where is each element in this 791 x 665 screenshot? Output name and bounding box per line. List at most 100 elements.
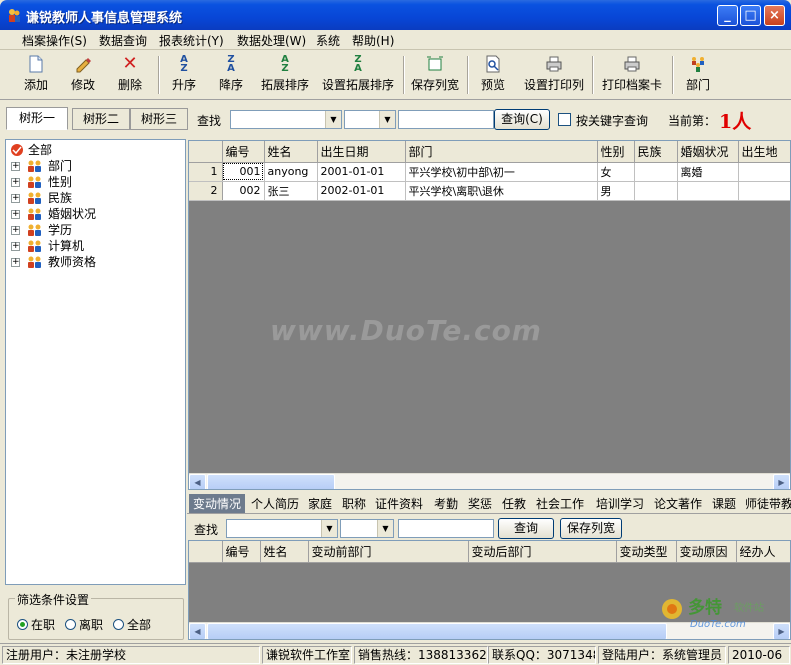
dept-button[interactable]: 部门 — [682, 52, 714, 98]
column-header[interactable]: 经办人 — [736, 541, 790, 563]
tree-node-ethnicity[interactable]: + 民族 — [6, 190, 176, 206]
expand-icon[interactable]: + — [11, 226, 20, 235]
bottom-field-combo[interactable]: ▼ — [226, 519, 338, 538]
tree-node-marital[interactable]: + 婚姻状况 — [6, 206, 176, 222]
column-header[interactable]: 变动原因 — [676, 541, 737, 563]
expand-icon[interactable]: + — [11, 178, 20, 187]
tab-social[interactable]: 社会工作 — [536, 494, 584, 513]
tab-title[interactable]: 职称 — [342, 494, 366, 513]
radio-left[interactable]: 离职 — [65, 616, 103, 633]
keyword-checkbox[interactable] — [558, 113, 571, 126]
column-header[interactable]: 民族 — [634, 141, 678, 163]
menu-report[interactable]: 报表统计(Y) — [159, 32, 224, 49]
tab-projects[interactable]: 课题 — [712, 494, 736, 513]
column-header[interactable]: 姓名 — [264, 141, 318, 163]
expand-icon[interactable]: + — [11, 242, 20, 251]
search-input[interactable] — [398, 110, 494, 129]
scroll-thumb[interactable] — [207, 623, 667, 639]
minimize-button[interactable]: _ — [717, 5, 738, 26]
cell-id[interactable]: 002 — [222, 181, 265, 201]
tree-node-teacher-cert[interactable]: + 教师资格 — [6, 254, 176, 270]
cell-sex[interactable]: 女 — [597, 162, 635, 182]
save-col-width-button[interactable]: 保存列宽 — [409, 52, 461, 98]
sort-desc-button[interactable]: ZA 降序 — [213, 52, 249, 98]
bottom-query-button[interactable]: 查询 — [498, 518, 554, 539]
preview-button[interactable]: 预览 — [476, 52, 510, 98]
tab-tree-1[interactable]: 树形一 — [6, 107, 68, 130]
column-header[interactable]: 出生日期 — [317, 141, 406, 163]
column-header[interactable]: 变动前部门 — [308, 541, 469, 563]
column-header[interactable]: 部门 — [405, 141, 598, 163]
menu-query[interactable]: 数据查询 — [99, 32, 147, 49]
column-header[interactable]: 编号 — [222, 141, 265, 163]
cell-name[interactable]: 张三 — [264, 181, 318, 201]
column-header[interactable]: 出生地 — [738, 141, 790, 163]
tab-documents[interactable]: 证件资料 — [375, 494, 423, 513]
print-setup-button[interactable]: 设置打印列 — [520, 52, 588, 98]
column-header[interactable]: 姓名 — [260, 541, 309, 563]
cell-birth[interactable]: 2001-01-01 — [317, 162, 406, 182]
set-ext-sort-button[interactable]: ZA 设置拓展排序 — [318, 52, 398, 98]
tree-node-computer[interactable]: + 计算机 — [6, 238, 176, 254]
main-hscrollbar[interactable]: ◀ ▶ — [189, 473, 790, 489]
cell-dept[interactable]: 平兴学校\初中部\初一 — [405, 162, 598, 182]
menu-file[interactable]: 档案操作(S) — [22, 32, 87, 49]
tree-node-gender[interactable]: + 性别 — [6, 174, 176, 190]
maximize-button[interactable]: □ — [740, 5, 761, 26]
cell-dept[interactable]: 平兴学校\离职\退休 — [405, 181, 598, 201]
tab-papers[interactable]: 论文著作 — [654, 494, 702, 513]
tab-attendance[interactable]: 考勤 — [434, 494, 458, 513]
bottom-save-cols-button[interactable]: 保存列宽 — [560, 518, 622, 539]
column-header[interactable]: 变动类型 — [616, 541, 677, 563]
cell-nation[interactable] — [634, 181, 678, 201]
radio-all[interactable]: 全部 — [113, 616, 151, 633]
scroll-left-icon[interactable]: ◀ — [189, 474, 206, 489]
tab-resume[interactable]: 个人简历 — [251, 494, 299, 513]
expand-icon[interactable]: + — [11, 210, 20, 219]
radio-active[interactable]: 在职 — [17, 616, 55, 633]
scroll-right-icon[interactable]: ▶ — [773, 474, 790, 489]
delete-button[interactable]: ✕ 删除 — [112, 52, 148, 98]
tab-mentoring[interactable]: 师徒带教 — [745, 494, 791, 513]
column-header[interactable]: 编号 — [222, 541, 261, 563]
cell-birth[interactable]: 2002-01-01 — [317, 181, 406, 201]
tree-node-education[interactable]: + 学历 — [6, 222, 176, 238]
tab-family[interactable]: 家庭 — [308, 494, 332, 513]
cell-marriage[interactable] — [677, 181, 739, 201]
cell-nation[interactable] — [634, 162, 678, 182]
tree-node-dept[interactable]: + 部门 — [6, 158, 176, 174]
tab-training[interactable]: 培训学习 — [596, 494, 644, 513]
cell-name[interactable]: anyong — [264, 162, 318, 182]
tab-tree-2[interactable]: 树形二 — [72, 108, 130, 130]
print-card-button[interactable]: 打印档案卡 — [598, 52, 666, 98]
column-header[interactable]: 婚姻状况 — [677, 141, 739, 163]
column-header[interactable]: 性别 — [597, 141, 635, 163]
cell-marriage[interactable]: 离婚 — [677, 162, 739, 182]
tab-rewards[interactable]: 奖惩 — [468, 494, 492, 513]
ext-sort-button[interactable]: AZ 拓展排序 — [258, 52, 312, 98]
menu-system[interactable]: 系统 — [316, 32, 340, 49]
tab-tree-3[interactable]: 树形三 — [130, 108, 188, 130]
scroll-left-icon[interactable]: ◀ — [189, 623, 206, 639]
close-button[interactable]: × — [764, 5, 785, 26]
search-operator-combo[interactable]: ▼ — [344, 110, 396, 129]
tab-changes[interactable]: 变动情况 — [189, 494, 246, 513]
cell-birthplace[interactable] — [738, 181, 790, 201]
search-field-combo[interactable]: ▼ — [230, 110, 342, 129]
table-row[interactable]: 2 002 张三 2002-01-01 平兴学校\离职\退休 男 — [189, 181, 790, 201]
expand-icon[interactable]: + — [11, 162, 20, 171]
sort-asc-button[interactable]: AZ 升序 — [166, 52, 202, 98]
cell-sex[interactable]: 男 — [597, 181, 635, 201]
query-button[interactable]: 查询(C) — [494, 109, 550, 130]
expand-icon[interactable]: + — [11, 258, 20, 267]
scroll-thumb[interactable] — [207, 474, 335, 489]
table-row[interactable]: 1 001 anyong 2001-01-01 平兴学校\初中部\初一 女 离婚 — [189, 162, 790, 182]
column-header[interactable]: 变动后部门 — [468, 541, 617, 563]
add-button[interactable]: 添加 — [18, 52, 54, 98]
edit-button[interactable]: 修改 — [64, 52, 102, 98]
bottom-search-input[interactable] — [398, 519, 494, 538]
tree-panel[interactable]: 全部 + 部门 + 性别 + 民族 + 婚姻状况 + 学历 + 计算机 + 教师资格 — [5, 139, 186, 585]
cell-birthplace[interactable] — [738, 162, 790, 182]
cell-id[interactable]: 001 — [222, 162, 265, 182]
bottom-operator-combo[interactable]: ▼ — [340, 519, 394, 538]
